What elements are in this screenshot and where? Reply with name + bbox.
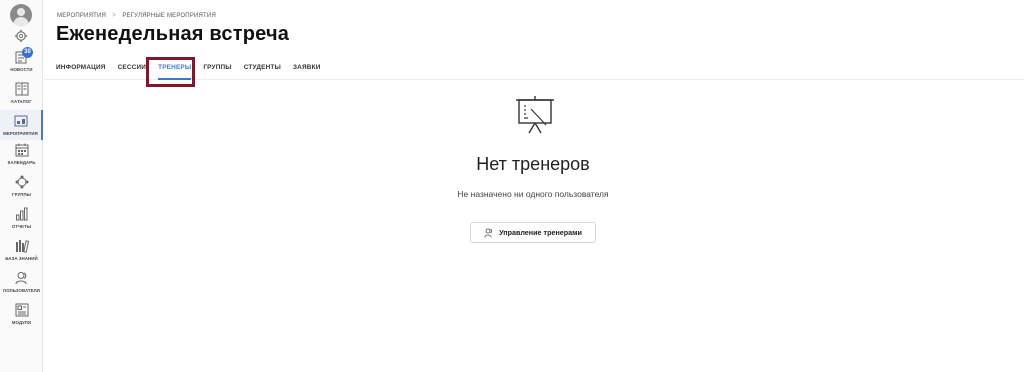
manage-trainers-button[interactable]: Управление тренерами bbox=[470, 222, 596, 243]
empty-state-subtitle: Не назначено ни одного пользователя bbox=[457, 189, 609, 199]
page-header: МЕРОПРИЯТИЯ > РЕГУЛЯРНЫЕ МЕРОПРИЯТИЯ Еже… bbox=[44, 0, 1024, 80]
sidebar-item-label: МОДУЛИ bbox=[11, 320, 32, 325]
page-title: Еженедельная встреча bbox=[56, 23, 290, 45]
reports-icon bbox=[15, 207, 27, 221]
modules-icon bbox=[15, 303, 28, 317]
empty-state-title: Нет тренеров bbox=[476, 154, 590, 174]
sidebar-item-label: ПОЛЬЗОВАТЕЛИ bbox=[3, 288, 40, 293]
sidebar-item-label: БАЗА ЗНАНИЙ bbox=[5, 256, 38, 261]
users-icon bbox=[15, 272, 26, 285]
tab-bar: ИНФОРМАЦИЯ СЕССИИ ТРЕНЕРЫ ГРУППЫ СТУДЕНТ… bbox=[56, 64, 327, 80]
app: НОВОСТИ 30 КАТАЛОГ МЕРОПРИЯТИЯ КАЛЕНДАРЬ… bbox=[0, 0, 1024, 372]
sidebar-item-events[interactable]: МЕРОПРИЯТИЯ bbox=[0, 110, 43, 140]
presentation-board-icon bbox=[516, 96, 554, 134]
sidebar: НОВОСТИ 30 КАТАЛОГ МЕРОПРИЯТИЯ КАЛЕНДАРЬ… bbox=[0, 0, 43, 372]
gear-icon[interactable] bbox=[14, 29, 28, 43]
tab-info[interactable]: ИНФОРМАЦИЯ bbox=[56, 64, 112, 76]
sidebar-item-label: МЕРОПРИЯТИЯ bbox=[3, 131, 38, 136]
sidebar-item-reports[interactable]: ОТЧЕТЫ bbox=[0, 207, 43, 237]
sidebar-item-label: КАТАЛОГ bbox=[11, 99, 32, 104]
manage-trainers-label: Управление тренерами bbox=[499, 228, 582, 237]
groups-icon bbox=[15, 175, 28, 189]
breadcrumb-item-events[interactable]: МЕРОПРИЯТИЯ bbox=[57, 13, 106, 19]
sidebar-item-label: ОТЧЕТЫ bbox=[11, 224, 32, 229]
tab-requests[interactable]: ЗАЯВКИ bbox=[287, 64, 327, 76]
sidebar-item-knowledge-base[interactable]: БАЗА ЗНАНИЙ bbox=[0, 239, 43, 269]
sidebar-item-modules[interactable]: МОДУЛИ bbox=[0, 303, 43, 333]
notification-badge: 30 bbox=[22, 47, 33, 58]
events-icon bbox=[14, 115, 27, 127]
breadcrumb-item-regular-events[interactable]: РЕГУЛЯРНЫЕ МЕРОПРИЯТИЯ bbox=[122, 13, 216, 19]
tab-groups[interactable]: ГРУППЫ bbox=[197, 64, 237, 76]
sidebar-item-label: НОВОСТИ bbox=[10, 67, 33, 72]
breadcrumb-separator: > bbox=[112, 12, 117, 19]
catalog-icon bbox=[15, 82, 28, 96]
breadcrumb: МЕРОПРИЯТИЯ > РЕГУЛЯРНЫЕ МЕРОПРИЯТИЯ bbox=[57, 12, 216, 19]
tab-students[interactable]: СТУДЕНТЫ bbox=[238, 64, 287, 76]
sidebar-item-users[interactable]: ПОЛЬЗОВАТЕЛИ bbox=[0, 271, 43, 301]
avatar[interactable] bbox=[10, 4, 32, 26]
sidebar-item-catalog[interactable]: КАТАЛОГ bbox=[0, 82, 43, 112]
knowledge-base-icon bbox=[15, 240, 29, 253]
tab-trainers[interactable]: ТРЕНЕРЫ bbox=[152, 64, 197, 80]
users-icon bbox=[484, 228, 493, 238]
tab-sessions[interactable]: СЕССИИ bbox=[112, 64, 153, 76]
